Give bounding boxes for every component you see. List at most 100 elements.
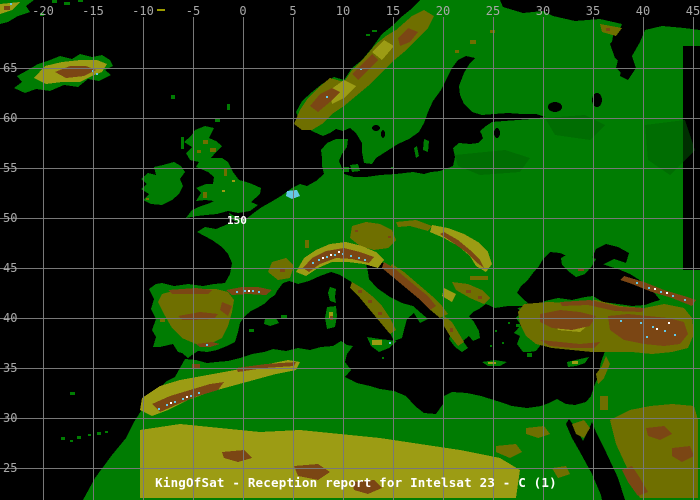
island-malta bbox=[382, 357, 384, 359]
greenland-speck bbox=[52, 0, 57, 3]
latitude-tick-label: 25 bbox=[3, 461, 17, 475]
longitude-tick-label: -15 bbox=[82, 4, 104, 18]
alps-peak bbox=[334, 254, 336, 256]
latitude-tick-label: 45 bbox=[3, 261, 17, 275]
beam-contour-fragment bbox=[157, 9, 165, 11]
island-menorca bbox=[281, 315, 287, 318]
lake-vattern bbox=[381, 130, 385, 138]
crete-hills bbox=[488, 362, 496, 364]
greenland-glacier bbox=[10, 3, 12, 5]
ararat-snow bbox=[656, 328, 658, 330]
pindus-core bbox=[450, 328, 453, 332]
longitude-tick-label: 35 bbox=[586, 4, 600, 18]
island-djerba bbox=[349, 380, 352, 382]
latitude-tick-label: 65 bbox=[3, 61, 17, 75]
island-canary bbox=[77, 436, 81, 439]
sierra-nevada-peak bbox=[206, 344, 208, 346]
beam-contour-label: 150 bbox=[227, 214, 247, 227]
longitude-tick-label: 45 bbox=[686, 4, 700, 18]
alps-snow bbox=[338, 251, 340, 253]
longitude-tick-label: -5 bbox=[186, 4, 200, 18]
caucasus-snow bbox=[654, 288, 656, 290]
iceland-glacier bbox=[96, 73, 98, 75]
pyrenees-peak bbox=[236, 291, 238, 293]
aegean-island bbox=[495, 330, 497, 332]
island-orkney bbox=[215, 119, 220, 122]
ararat-snow bbox=[668, 322, 670, 324]
islands-lofoten bbox=[366, 34, 370, 36]
island-rhodes bbox=[527, 353, 532, 357]
apennine-core bbox=[378, 312, 382, 315]
jordan-hills bbox=[600, 396, 608, 410]
caucasus-peak bbox=[660, 291, 662, 293]
island-canary bbox=[97, 432, 101, 435]
latitude-tick-label: 40 bbox=[3, 311, 17, 325]
aegean-island bbox=[508, 322, 510, 324]
latitude-tick-label: 35 bbox=[3, 361, 17, 375]
caucasus-snow bbox=[666, 292, 668, 294]
armenian-peak bbox=[646, 336, 648, 338]
pyrenees-snow bbox=[248, 290, 250, 292]
alps-peak bbox=[364, 259, 366, 261]
island-shetland bbox=[227, 104, 230, 110]
atlas-peak bbox=[174, 401, 176, 403]
armenian-peak bbox=[620, 320, 622, 322]
island-gotland bbox=[423, 139, 429, 152]
alps-snow bbox=[330, 254, 332, 256]
footer-title: KingOfSat - Reception report for Intelsa… bbox=[155, 475, 557, 490]
greenland-speck bbox=[64, 2, 70, 5]
caucasus-peak bbox=[684, 299, 686, 301]
etna-peak bbox=[389, 342, 391, 344]
england-hill-dot bbox=[222, 190, 225, 192]
lake-vanern bbox=[372, 125, 380, 131]
alps-peak bbox=[350, 255, 352, 257]
balkan-core bbox=[478, 296, 482, 299]
atlas-snow bbox=[170, 402, 172, 404]
longitude-tick-label: 25 bbox=[486, 4, 500, 18]
kola-core bbox=[606, 28, 610, 31]
pyrenees-peak bbox=[252, 290, 254, 292]
england-hill-dot bbox=[232, 180, 235, 182]
island-madeira bbox=[70, 392, 75, 395]
longitude-tick-label: -10 bbox=[132, 4, 154, 18]
island-ibiza bbox=[249, 329, 254, 332]
armenian-peak bbox=[652, 326, 654, 328]
satellite-reception-map: -20-15-10-505101520253035404565605550454… bbox=[0, 0, 700, 500]
atlas-snow bbox=[186, 396, 188, 398]
islands-faroe bbox=[171, 95, 175, 99]
longitude-tick-label: 20 bbox=[436, 4, 450, 18]
longitude-tick-label: -20 bbox=[32, 4, 54, 18]
bohemia-core bbox=[355, 230, 358, 232]
island-canary bbox=[88, 434, 91, 436]
finland-hills bbox=[490, 30, 495, 33]
longitude-tick-label: 15 bbox=[386, 4, 400, 18]
balkan-core bbox=[466, 290, 471, 293]
caucasus-peak bbox=[672, 295, 674, 297]
ireland-hills bbox=[146, 198, 149, 200]
pyrenees-peak bbox=[258, 291, 260, 293]
longitude-tick-label: 40 bbox=[636, 4, 650, 18]
alps-peak bbox=[312, 262, 314, 264]
greenland-speck bbox=[78, 0, 83, 2]
alps-snow bbox=[322, 257, 324, 259]
apennine-core bbox=[358, 290, 362, 293]
atlas-peak bbox=[190, 395, 192, 397]
norway-glacier bbox=[326, 96, 328, 98]
armenian-peak bbox=[664, 330, 666, 332]
bohemia-core bbox=[388, 236, 391, 238]
gulf-of-riga bbox=[472, 131, 482, 141]
longitude-tick-label: 30 bbox=[536, 4, 550, 18]
island-canary bbox=[105, 431, 108, 433]
finland-hills bbox=[455, 50, 459, 53]
aegean-island bbox=[502, 342, 504, 344]
vosges-jura-hills bbox=[305, 240, 309, 248]
armenian-peak bbox=[674, 334, 676, 336]
island-canary bbox=[70, 440, 73, 442]
latitude-tick-label: 30 bbox=[3, 411, 17, 425]
island-funen bbox=[344, 167, 349, 172]
alps-peak bbox=[318, 259, 320, 261]
atlas-peak bbox=[198, 392, 200, 394]
latitude-tick-label: 50 bbox=[3, 211, 17, 225]
latitude-tick-label: 60 bbox=[3, 111, 17, 125]
islands-hebrides bbox=[181, 137, 184, 149]
